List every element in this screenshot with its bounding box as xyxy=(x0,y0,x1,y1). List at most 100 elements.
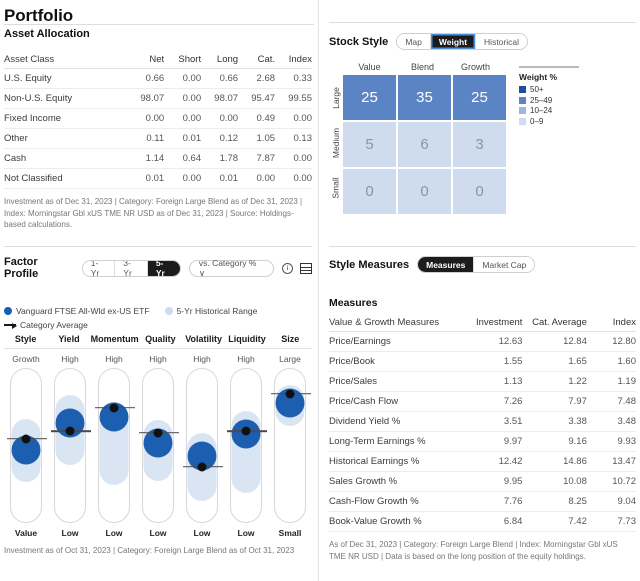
cell-cat-average: 14.86 xyxy=(522,451,587,472)
tab-measures[interactable]: Measures xyxy=(418,257,475,272)
cell-short: 0.00 xyxy=(164,88,202,109)
tab-map[interactable]: Map xyxy=(397,34,431,49)
col-cat-average: Cat. Average xyxy=(522,313,587,332)
cell-index: 9.04 xyxy=(586,491,636,512)
style-measures-header: Style Measures Measures Market Cap xyxy=(329,256,636,273)
factor-column-quality[interactable] xyxy=(136,368,180,523)
factor-bottom-label: Value xyxy=(14,528,38,538)
table-row: Price/Earnings 12.63 12.84 12.80 xyxy=(329,331,636,352)
cell-cat: 0.49 xyxy=(238,108,276,129)
compare-dropdown[interactable]: vs. Category % ∨ xyxy=(188,258,274,278)
factor-column-momentum[interactable] xyxy=(92,368,136,523)
style-cell[interactable]: 25 xyxy=(453,75,506,120)
legend-label: 25–49 xyxy=(530,95,553,105)
cell-investment: 6.84 xyxy=(464,511,523,532)
info-icon[interactable]: i xyxy=(282,262,293,274)
style-cell[interactable]: 5 xyxy=(343,122,396,167)
factor-column-liquidity[interactable] xyxy=(224,368,268,523)
style-cell[interactable]: 35 xyxy=(398,75,451,120)
style-cell[interactable]: 25 xyxy=(343,75,396,120)
cell-cat-average: 7.97 xyxy=(522,391,587,412)
factor-top-label: High xyxy=(61,354,79,364)
cell-cat-average: 10.08 xyxy=(522,471,587,492)
cell-index: 7.73 xyxy=(586,511,636,532)
cell-cat-average: 9.16 xyxy=(522,431,587,452)
legend-label: Category Average xyxy=(20,320,88,330)
factor-column-style[interactable] xyxy=(4,368,48,523)
factor-top-label: High xyxy=(149,354,167,364)
cell-index: 99.55 xyxy=(275,88,312,109)
category-average-marker xyxy=(65,426,75,436)
cell-short: 0.00 xyxy=(164,68,202,89)
legend-item: 0–9 xyxy=(519,117,609,126)
title-divider xyxy=(4,24,314,25)
style-measures-heading: Style Measures xyxy=(329,258,410,271)
legend-swatch-10-24 xyxy=(519,107,526,114)
cell-index: 3.48 xyxy=(586,411,636,432)
col-index: Index xyxy=(275,50,312,69)
factor-top-label: Large xyxy=(279,354,301,364)
legend-label: Vanguard FTSE All-Wld ex-US ETF xyxy=(16,306,150,316)
style-box-cells: 25 35 25 5 6 3 0 0 0 xyxy=(343,75,506,214)
cell-index: 13.47 xyxy=(586,451,636,472)
tab-weight[interactable]: Weight xyxy=(430,34,477,49)
factor-period-tabs[interactable]: 1-Yr 3-Yr 5-Yr xyxy=(81,259,181,277)
style-measures-tabs[interactable]: Measures Market Cap xyxy=(417,256,536,273)
stock-style-tabs[interactable]: Map Weight Historical xyxy=(396,33,528,50)
factor-header-yield: Yield xyxy=(58,334,80,344)
cell-long: 0.12 xyxy=(201,128,239,149)
cell-cat-average: 8.25 xyxy=(522,491,587,512)
legend-row-1: Vanguard FTSE All-Wld ex-US ETF 5-Yr His… xyxy=(4,306,312,316)
style-box-body: Large Medium Small 25 35 25 5 6 3 0 0 0 xyxy=(329,75,506,214)
cell-long: 0.00 xyxy=(201,108,239,129)
factor-profile-chart xyxy=(4,368,312,523)
factor-bottom-label: Low xyxy=(149,528,167,538)
factor-column-size[interactable] xyxy=(268,368,312,523)
stock-style-top-rule xyxy=(329,22,636,23)
cell-short: 0.64 xyxy=(164,148,202,169)
portfolio-page: Portfolio Asset Allocation Asset Class N… xyxy=(0,0,640,581)
style-cell[interactable]: 0 xyxy=(398,169,451,214)
cell-investment: 9.97 xyxy=(464,431,523,452)
factor-bottom-label: Low xyxy=(237,528,255,538)
style-box-grid: Value Blend Growth Large Medium Small 25… xyxy=(329,62,506,214)
col-measure: Value & Growth Measures xyxy=(329,313,465,332)
cell-short: 0.00 xyxy=(164,168,202,189)
weight-legend: Weight % 50+ 25–49 10–24 0–9 xyxy=(519,62,609,214)
cell-short: 0.01 xyxy=(164,128,202,149)
table-row: Non-U.S. Equity 98.07 0.00 98.07 95.47 9… xyxy=(4,88,312,109)
cell-long: 0.66 xyxy=(201,68,239,89)
tab-5yr[interactable]: 5-Yr xyxy=(147,260,180,276)
factor-column-yield[interactable] xyxy=(48,368,92,523)
cell-index: 12.80 xyxy=(586,331,636,352)
style-cell[interactable]: 0 xyxy=(453,169,506,214)
cell-net: 1.14 xyxy=(127,148,165,169)
cell-net: 0.11 xyxy=(127,128,165,149)
table-view-icon[interactable] xyxy=(300,262,312,274)
factor-top-label: High xyxy=(105,354,123,364)
row-label: Price/Cash Flow xyxy=(329,391,465,412)
tab-market-cap[interactable]: Market Cap xyxy=(474,257,535,272)
cell-net: 0.00 xyxy=(127,108,165,129)
factor-column-volatility[interactable] xyxy=(180,368,224,523)
legend-label: 50+ xyxy=(530,85,544,94)
factor-profile-legend: Vanguard FTSE All-Wld ex-US ETF 5-Yr His… xyxy=(4,306,312,330)
cell-cat: 0.00 xyxy=(238,168,276,189)
style-cell[interactable]: 0 xyxy=(343,169,396,214)
cell-index: 1.60 xyxy=(586,351,636,372)
factor-top-labels: Growth High High High High High Large xyxy=(4,354,312,364)
tab-1yr[interactable]: 1-Yr xyxy=(82,260,116,276)
style-cell[interactable]: 6 xyxy=(398,122,451,167)
style-cell[interactable]: 3 xyxy=(453,122,506,167)
tab-3yr[interactable]: 3-Yr xyxy=(115,260,148,276)
legend-item-range: 5-Yr Historical Range xyxy=(164,306,257,316)
table-header-row: Asset Class Net Short Long Cat. Index xyxy=(4,50,312,69)
factor-header-rule xyxy=(4,348,312,349)
cell-cat-average: 3.38 xyxy=(522,411,587,432)
asset-allocation-heading: Asset Allocation xyxy=(4,28,90,40)
factor-bottom-labels: Value Low Low Low Low Low Small xyxy=(4,528,312,538)
factor-header-liquidity: Liquidity xyxy=(228,334,266,344)
tab-historical[interactable]: Historical xyxy=(476,34,527,49)
table-row: Cash 1.14 0.64 1.78 7.87 0.00 xyxy=(4,148,312,169)
row-label: Book-Value Growth % xyxy=(329,511,465,532)
